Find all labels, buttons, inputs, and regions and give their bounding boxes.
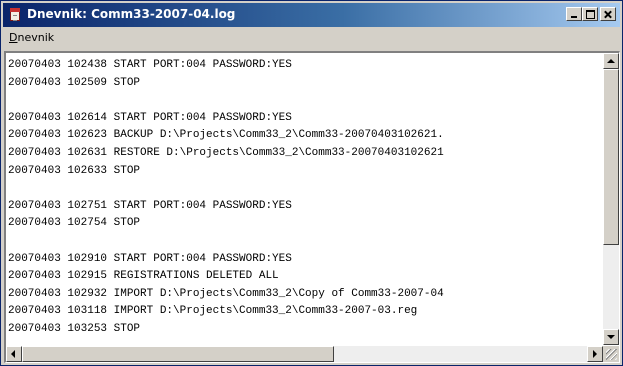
close-icon[interactable]: [600, 7, 616, 21]
log-line: 20070403 102438 START PORT:004 PASSWORD:…: [8, 59, 292, 71]
scroll-right-arrow-icon[interactable]: [587, 346, 603, 362]
resize-grip-icon[interactable]: [603, 346, 619, 362]
log-viewer-window: Dnevnik: Comm33-2007-04.log Dnevnik 2007…: [0, 0, 623, 366]
maximize-icon[interactable]: [582, 7, 598, 21]
log-line: 20070403 102754 STOP: [8, 217, 141, 230]
horizontal-scrollbar[interactable]: [6, 346, 603, 362]
window-title: Dnevnik: Comm33-2007-04.log: [27, 7, 236, 21]
title-bar[interactable]: Dnevnik: Comm33-2007-04.log: [3, 3, 620, 27]
log-line: 20070403 102614 START PORT:004 PASSWORD:…: [8, 111, 292, 124]
log-line: 20070403 103118 IMPORT D:\Projects\Comm3…: [8, 305, 418, 318]
log-line: 20070403 102623 BACKUP D:\Projects\Comm3…: [8, 129, 444, 142]
log-line: 20070403 102910 START PORT:004 PASSWORD:…: [8, 252, 292, 265]
vertical-scrollbar[interactable]: [603, 53, 619, 345]
log-line: 20070403 102631 RESTORE D:\Projects\Comm…: [8, 146, 444, 159]
menu-bar: Dnevnik: [3, 28, 620, 48]
log-line: 20070403 102932 IMPORT D:\Projects\Comm3…: [8, 287, 444, 300]
log-line: 20070403 102509 STOP: [8, 76, 141, 89]
vertical-scroll-thumb[interactable]: [603, 69, 619, 245]
log-line: 20070403 102915 REGISTRATIONS DELETED AL…: [8, 270, 279, 283]
log-line: 20070403 102633 STOP: [8, 164, 141, 177]
log-document-icon[interactable]: [10, 8, 20, 21]
horizontal-scroll-thumb[interactable]: [22, 346, 334, 362]
menu-item-dnevnik[interactable]: Dnevnik: [9, 31, 54, 44]
minimize-icon[interactable]: [566, 7, 582, 21]
log-content[interactable]: 20070403 102438 START PORT:004 PASSWORD:…: [8, 57, 600, 345]
scroll-left-arrow-icon[interactable]: [6, 346, 22, 362]
log-line: 20070403 103253 STOP: [8, 322, 141, 335]
menu-item-label-rest: nevnik: [17, 31, 55, 44]
log-line: 20070403 102751 START PORT:004 PASSWORD:…: [8, 199, 292, 212]
log-text-area[interactable]: 20070403 102438 START PORT:004 PASSWORD:…: [4, 51, 620, 363]
scroll-down-arrow-icon[interactable]: [603, 329, 619, 345]
scroll-up-arrow-icon[interactable]: [603, 53, 619, 69]
